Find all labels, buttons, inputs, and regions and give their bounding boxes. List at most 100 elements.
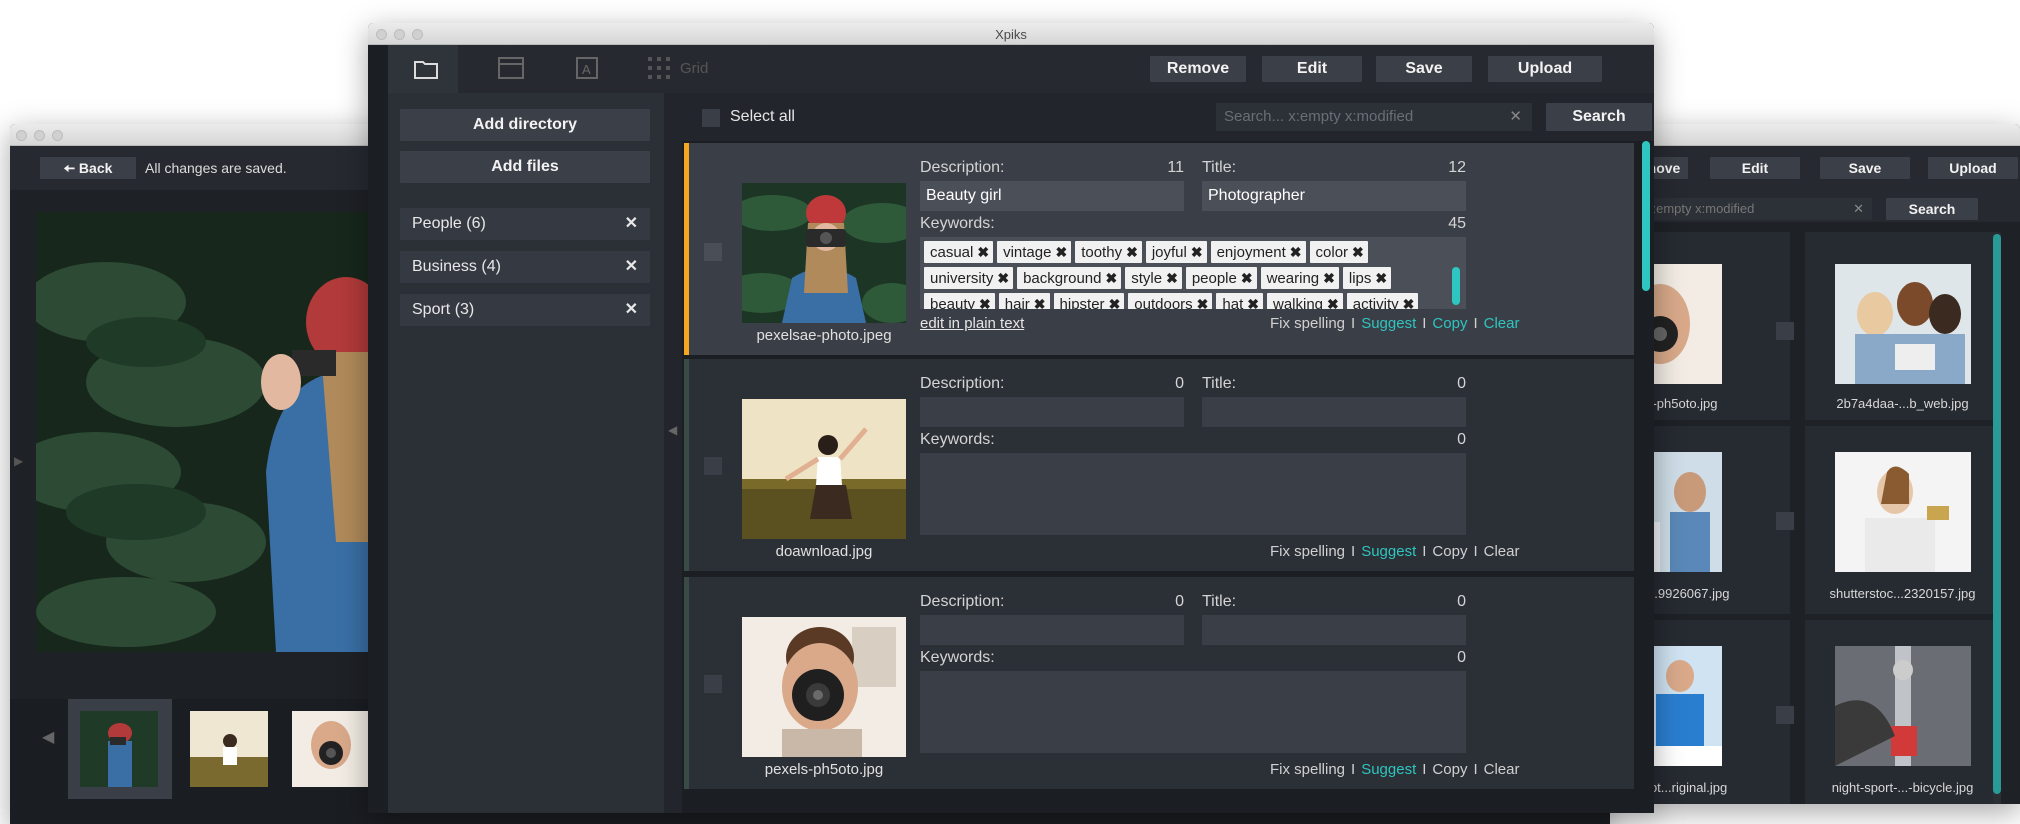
remove-keyword-icon[interactable]: ✖ [997, 270, 1009, 286]
remove-keyword-icon[interactable]: ✖ [1034, 296, 1046, 309]
keywords-scroll-thumb[interactable] [1452, 267, 1460, 305]
keyword-tag[interactable]: background ✖ [1017, 267, 1122, 289]
keyword-tag[interactable]: wearing ✖ [1260, 267, 1339, 289]
remove-directory-icon[interactable]: ✕ [625, 251, 638, 283]
grid-scrollbar[interactable] [1993, 234, 2001, 804]
grid-cell[interactable]: shutterstoc...2320157.jpg [1805, 426, 2000, 614]
keyword-tag[interactable]: toothy ✖ [1075, 241, 1142, 263]
keyword-tag[interactable]: joyful ✖ [1145, 241, 1207, 263]
grid-cell[interactable]: -ph5oto.jpg [1640, 232, 1790, 420]
description-field[interactable] [920, 615, 1184, 645]
tab-folders[interactable] [388, 45, 458, 93]
keyword-tag[interactable]: casual ✖ [924, 241, 994, 263]
window-icon[interactable] [498, 57, 524, 79]
remove-keyword-icon[interactable]: ✖ [1126, 244, 1138, 260]
fix-spelling-link[interactable]: Fix spelling [1270, 543, 1345, 560]
remove-keyword-icon[interactable]: ✖ [1247, 296, 1259, 309]
remove-directory-icon[interactable]: ✕ [625, 294, 638, 326]
filmstrip-thumb-selected[interactable] [68, 699, 172, 799]
filmstrip-thumb[interactable] [190, 711, 268, 787]
item-checkbox[interactable] [704, 243, 722, 261]
remove-keyword-icon[interactable]: ✖ [1109, 296, 1121, 309]
add-files-button[interactable]: Add files [400, 151, 650, 183]
chevron-right-icon[interactable]: ▶ [14, 454, 23, 468]
filmstrip-thumb[interactable] [292, 711, 370, 787]
keyword-tag[interactable]: style ✖ [1125, 267, 1182, 289]
add-directory-button[interactable]: Add directory [400, 109, 650, 141]
fix-spelling-link[interactable]: Fix spelling [1270, 761, 1345, 778]
grid-cell[interactable]: night-sport-...-bicycle.jpg [1805, 620, 2000, 804]
remove-keyword-icon[interactable]: ✖ [1197, 296, 1209, 309]
directory-item[interactable]: People (6) ✕ [400, 208, 650, 240]
keywords-field[interactable]: casual ✖ vintage ✖ toothy ✖ joyful ✖ enjoyment ✖ c… [920, 237, 1466, 309]
artwork-item[interactable]: doawnload.jpg Description: 0 Title: 0 Ke… [684, 359, 1634, 571]
directory-item[interactable]: Sport (3) ✕ [400, 294, 650, 326]
clear-search-icon[interactable]: ✕ [1509, 103, 1522, 131]
upload-button[interactable]: Upload [1928, 157, 2018, 179]
remove-keyword-icon[interactable]: ✖ [977, 244, 989, 260]
clear-link[interactable]: Clear [1484, 315, 1520, 332]
fix-spelling-link[interactable]: Fix spelling [1270, 315, 1345, 332]
keywords-field[interactable] [920, 453, 1466, 535]
chevron-left-icon[interactable]: ◀ [42, 727, 54, 747]
remove-keyword-icon[interactable]: ✖ [979, 296, 991, 309]
keyword-tag[interactable]: hat ✖ [1216, 293, 1263, 309]
save-button[interactable]: Save [1376, 56, 1472, 82]
remove-keyword-icon[interactable]: ✖ [1055, 244, 1067, 260]
artwork-item[interactable]: pexels-ph5oto.jpg Description: 0 Title: … [684, 577, 1634, 789]
select-all-checkbox[interactable] [702, 109, 720, 127]
search-button[interactable]: Search [1546, 103, 1652, 131]
description-field[interactable]: Beauty girl [920, 181, 1184, 211]
grid-checkbox[interactable] [1776, 706, 1794, 724]
title-field[interactable]: Photographer [1202, 181, 1466, 211]
save-button[interactable]: Save [1820, 157, 1910, 179]
remove-keyword-icon[interactable]: ✖ [1375, 270, 1387, 286]
suggest-link[interactable]: Suggest [1361, 543, 1416, 560]
list-scroll-thumb[interactable] [1642, 141, 1650, 291]
clear-link[interactable]: Clear [1484, 543, 1520, 560]
grid-cell[interactable]: hot...riginal.jpg [1640, 620, 1790, 804]
search-button[interactable]: Search [1886, 198, 1978, 220]
remove-directory-icon[interactable]: ✕ [625, 208, 638, 240]
zoom-dot[interactable] [52, 130, 63, 141]
keyword-tag[interactable]: people ✖ [1185, 267, 1257, 289]
item-thumbnail[interactable] [742, 183, 906, 323]
keyword-tag[interactable]: hipster ✖ [1053, 293, 1125, 309]
grid-checkbox[interactable] [1776, 322, 1794, 340]
keyword-tag[interactable]: activity ✖ [1346, 293, 1419, 309]
remove-keyword-icon[interactable]: ✖ [1403, 296, 1415, 309]
list-scrollbar[interactable] [1640, 141, 1652, 813]
keyword-tag[interactable]: color ✖ [1309, 241, 1368, 263]
keyword-tag[interactable]: outdoors ✖ [1128, 293, 1213, 309]
copy-link[interactable]: Copy [1432, 761, 1467, 778]
close-dot[interactable] [16, 130, 27, 141]
keyword-tag[interactable]: beauty ✖ [924, 293, 995, 309]
remove-button[interactable]: Remove [1150, 56, 1246, 82]
back-button[interactable]: 🠄 Back [40, 157, 136, 179]
directory-item[interactable]: Business (4) ✕ [400, 251, 650, 283]
edit-button[interactable]: Edit [1262, 56, 1362, 82]
keyword-tag[interactable]: lips ✖ [1342, 267, 1392, 289]
grid-cell[interactable]: 2b7a4daa-...b_web.jpg [1805, 232, 2000, 420]
remove-keyword-icon[interactable]: ✖ [1352, 244, 1364, 260]
copy-link[interactable]: Copy [1432, 543, 1467, 560]
grid-checkbox[interactable] [1776, 512, 1794, 530]
text-box-icon[interactable]: A [576, 57, 598, 79]
minimize-dot[interactable] [34, 130, 45, 141]
remove-keyword-icon[interactable]: ✖ [1327, 296, 1339, 309]
item-thumbnail[interactable] [742, 617, 906, 757]
search-input[interactable]: Search... x:empty x:modified ✕ [1216, 103, 1532, 131]
suggest-link[interactable]: Suggest [1361, 761, 1416, 778]
item-checkbox[interactable] [704, 675, 722, 693]
clear-link[interactable]: Clear [1484, 761, 1520, 778]
chevron-left-icon[interactable]: ◀ [668, 423, 677, 437]
remove-keyword-icon[interactable]: ✖ [1241, 270, 1253, 286]
title-field[interactable] [1202, 615, 1466, 645]
upload-button[interactable]: Upload [1488, 56, 1602, 82]
edit-button[interactable]: Edit [1710, 157, 1800, 179]
remove-keyword-icon[interactable]: ✖ [1191, 244, 1203, 260]
keyword-tag[interactable]: enjoyment ✖ [1210, 241, 1306, 263]
description-field[interactable] [920, 397, 1184, 427]
keyword-tag[interactable]: walking ✖ [1267, 293, 1343, 309]
remove-keyword-icon[interactable]: ✖ [1106, 270, 1118, 286]
